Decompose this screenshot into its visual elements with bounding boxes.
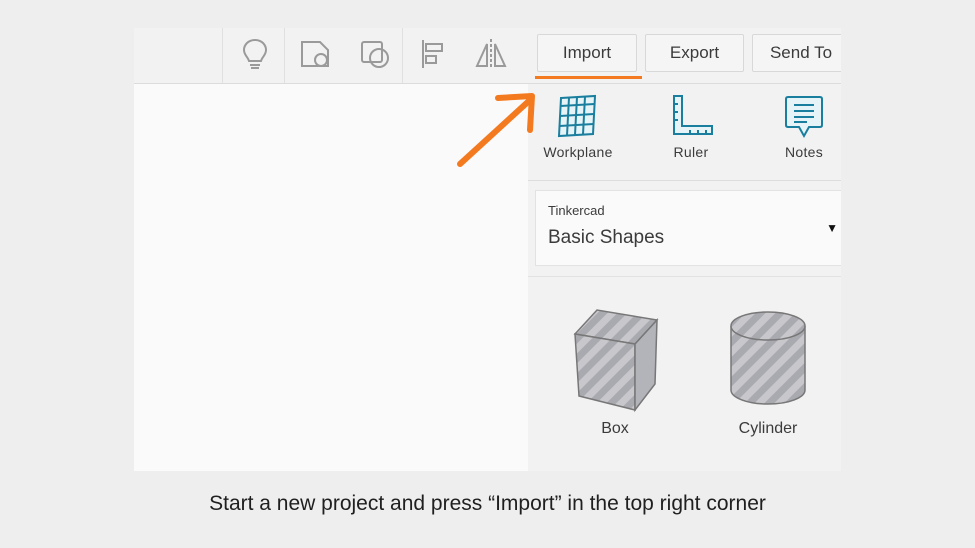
shape-box[interactable]: Box (555, 306, 675, 438)
caret-down-icon: ▼ (826, 221, 838, 235)
tab-export[interactable]: Export (645, 34, 744, 72)
shape-notes-icon[interactable] (297, 36, 333, 72)
toolbar-group-edit (284, 28, 403, 83)
active-tab-indicator (535, 76, 642, 79)
ruler-icon (673, 95, 713, 135)
library-source: Tinkercad (548, 203, 605, 218)
tab-send-to[interactable]: Send To (752, 34, 841, 72)
shapes-panel: Workplane Ruler Notes Tinkercad Basic Sh… (528, 84, 841, 471)
notes-label: Notes (784, 144, 824, 160)
toolbar-group-arrange (402, 28, 523, 83)
shape-label: Box (601, 420, 629, 437)
orange-arrow-annotation (457, 93, 535, 167)
panel-divider (528, 180, 841, 181)
shape-library-dropdown[interactable]: Tinkercad Basic Shapes ▼ (535, 190, 841, 266)
library-selected: Basic Shapes (548, 227, 665, 248)
ruler-label: Ruler (673, 144, 709, 160)
shape-cylinder[interactable]: Cylinder (708, 306, 828, 438)
caption: Start a new project and press “Import” i… (209, 492, 766, 515)
box-shape-icon (573, 309, 659, 413)
workplane-grid-icon (557, 94, 597, 138)
workplane-label: Workplane (543, 144, 613, 160)
notes-tool[interactable]: Notes (759, 92, 841, 160)
ruler-tool[interactable]: Ruler (646, 92, 736, 160)
notes-icon (785, 96, 823, 139)
toolbar-group-hints (222, 28, 283, 83)
group-icon[interactable] (357, 36, 393, 72)
tab-import[interactable]: Import (537, 34, 637, 72)
shape-label: Cylinder (738, 420, 798, 437)
workplane-tool[interactable]: Workplane (533, 92, 623, 160)
lightbulb-icon[interactable] (237, 36, 273, 72)
mirror-icon[interactable] (473, 36, 509, 72)
cylinder-shape-icon (730, 311, 806, 405)
panel-divider (528, 276, 841, 277)
toolbar: Import Export Send To (134, 28, 841, 84)
align-icon[interactable] (417, 36, 453, 72)
